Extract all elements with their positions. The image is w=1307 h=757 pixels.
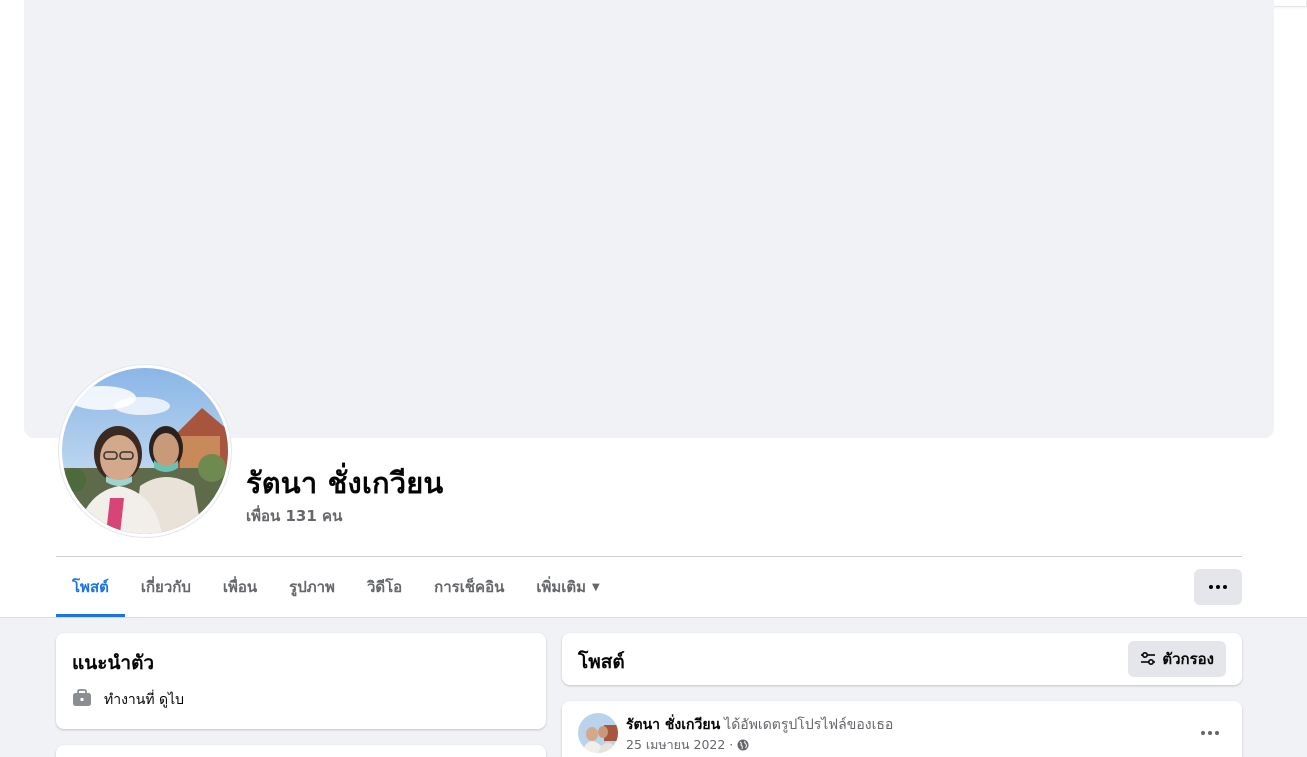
globe-icon: [737, 739, 749, 751]
more-dots-icon: [1209, 585, 1227, 589]
tab-label: การเช็คอิน: [434, 578, 505, 596]
tab-label: เพื่อน: [222, 578, 258, 596]
tab-label: เพิ่มเติม: [536, 578, 587, 596]
intro-card: แนะนำตัว: [56, 633, 546, 729]
post-headline: รัตนา ชั่งเกวียน ได้อัพเดตรูปโปรไฟล์ของเธ…: [626, 714, 893, 736]
more-dots-icon: [1201, 731, 1219, 735]
post-date[interactable]: 25 เมษายน 2022 ·: [626, 735, 733, 755]
profile-tabs: โพสต์ เกี่ยวกับ เพื่อน รูปภาพ วิดีโอ การ…: [56, 557, 616, 617]
profile-more-button[interactable]: [1194, 569, 1242, 605]
tab-label: วิดีโอ: [366, 578, 403, 596]
post-options-button[interactable]: [1192, 715, 1228, 751]
intro-title: แนะนำตัว: [72, 652, 155, 674]
posts-title: โพสต์: [578, 651, 625, 673]
tab-posts[interactable]: โพสต์: [56, 557, 125, 617]
cover-photo-area: [24, 0, 1274, 438]
briefcase-icon: [73, 689, 91, 706]
tab-photos[interactable]: รูปภาพ: [273, 557, 351, 617]
tab-videos[interactable]: วิดีโอ: [351, 557, 418, 617]
filter-label: ตัวกรอง: [1162, 650, 1214, 668]
posts-header-card: โพสต์ ตัวกรอง: [562, 633, 1242, 685]
post-action-text: ได้อัพเดตรูปโปรไฟล์ของเธอ: [724, 717, 894, 733]
tab-label: รูปภาพ: [289, 578, 335, 596]
profile-photo: [62, 368, 228, 534]
tab-label: เกี่ยวกับ: [140, 578, 191, 596]
profile-avatar[interactable]: [58, 364, 232, 538]
profile-name: รัตนา ชั่งเกวียน: [246, 466, 444, 500]
filter-button[interactable]: ตัวกรอง: [1128, 641, 1226, 677]
tab-label: โพสต์: [72, 578, 109, 596]
tab-about[interactable]: เกี่ยวกับ: [125, 557, 207, 617]
second-left-card: [56, 745, 546, 757]
post-meta: 25 เมษายน 2022 ·: [626, 735, 749, 755]
profile-page: รัตนา ชั่งเกวียน เพื่อน 131 คน โพสต์ เกี…: [0, 0, 1307, 757]
intro-work: ทำงานที่ ดูไบ: [104, 692, 185, 708]
tab-more[interactable]: เพิ่มเติม ▼: [520, 557, 615, 617]
filter-sliders-icon: [1141, 651, 1156, 666]
post-author-avatar[interactable]: [578, 713, 618, 753]
tab-checkins[interactable]: การเช็คอิน: [418, 557, 520, 617]
caret-down-icon: ▼: [592, 581, 600, 593]
post-card: รัตนา ชั่งเกวียน ได้อัพเดตรูปโปรไฟล์ของเธ…: [562, 701, 1242, 757]
tab-friends[interactable]: เพื่อน: [207, 557, 273, 617]
friends-count[interactable]: เพื่อน 131 คน: [246, 504, 342, 528]
post-author-name[interactable]: รัตนา ชั่งเกวียน: [626, 717, 720, 733]
